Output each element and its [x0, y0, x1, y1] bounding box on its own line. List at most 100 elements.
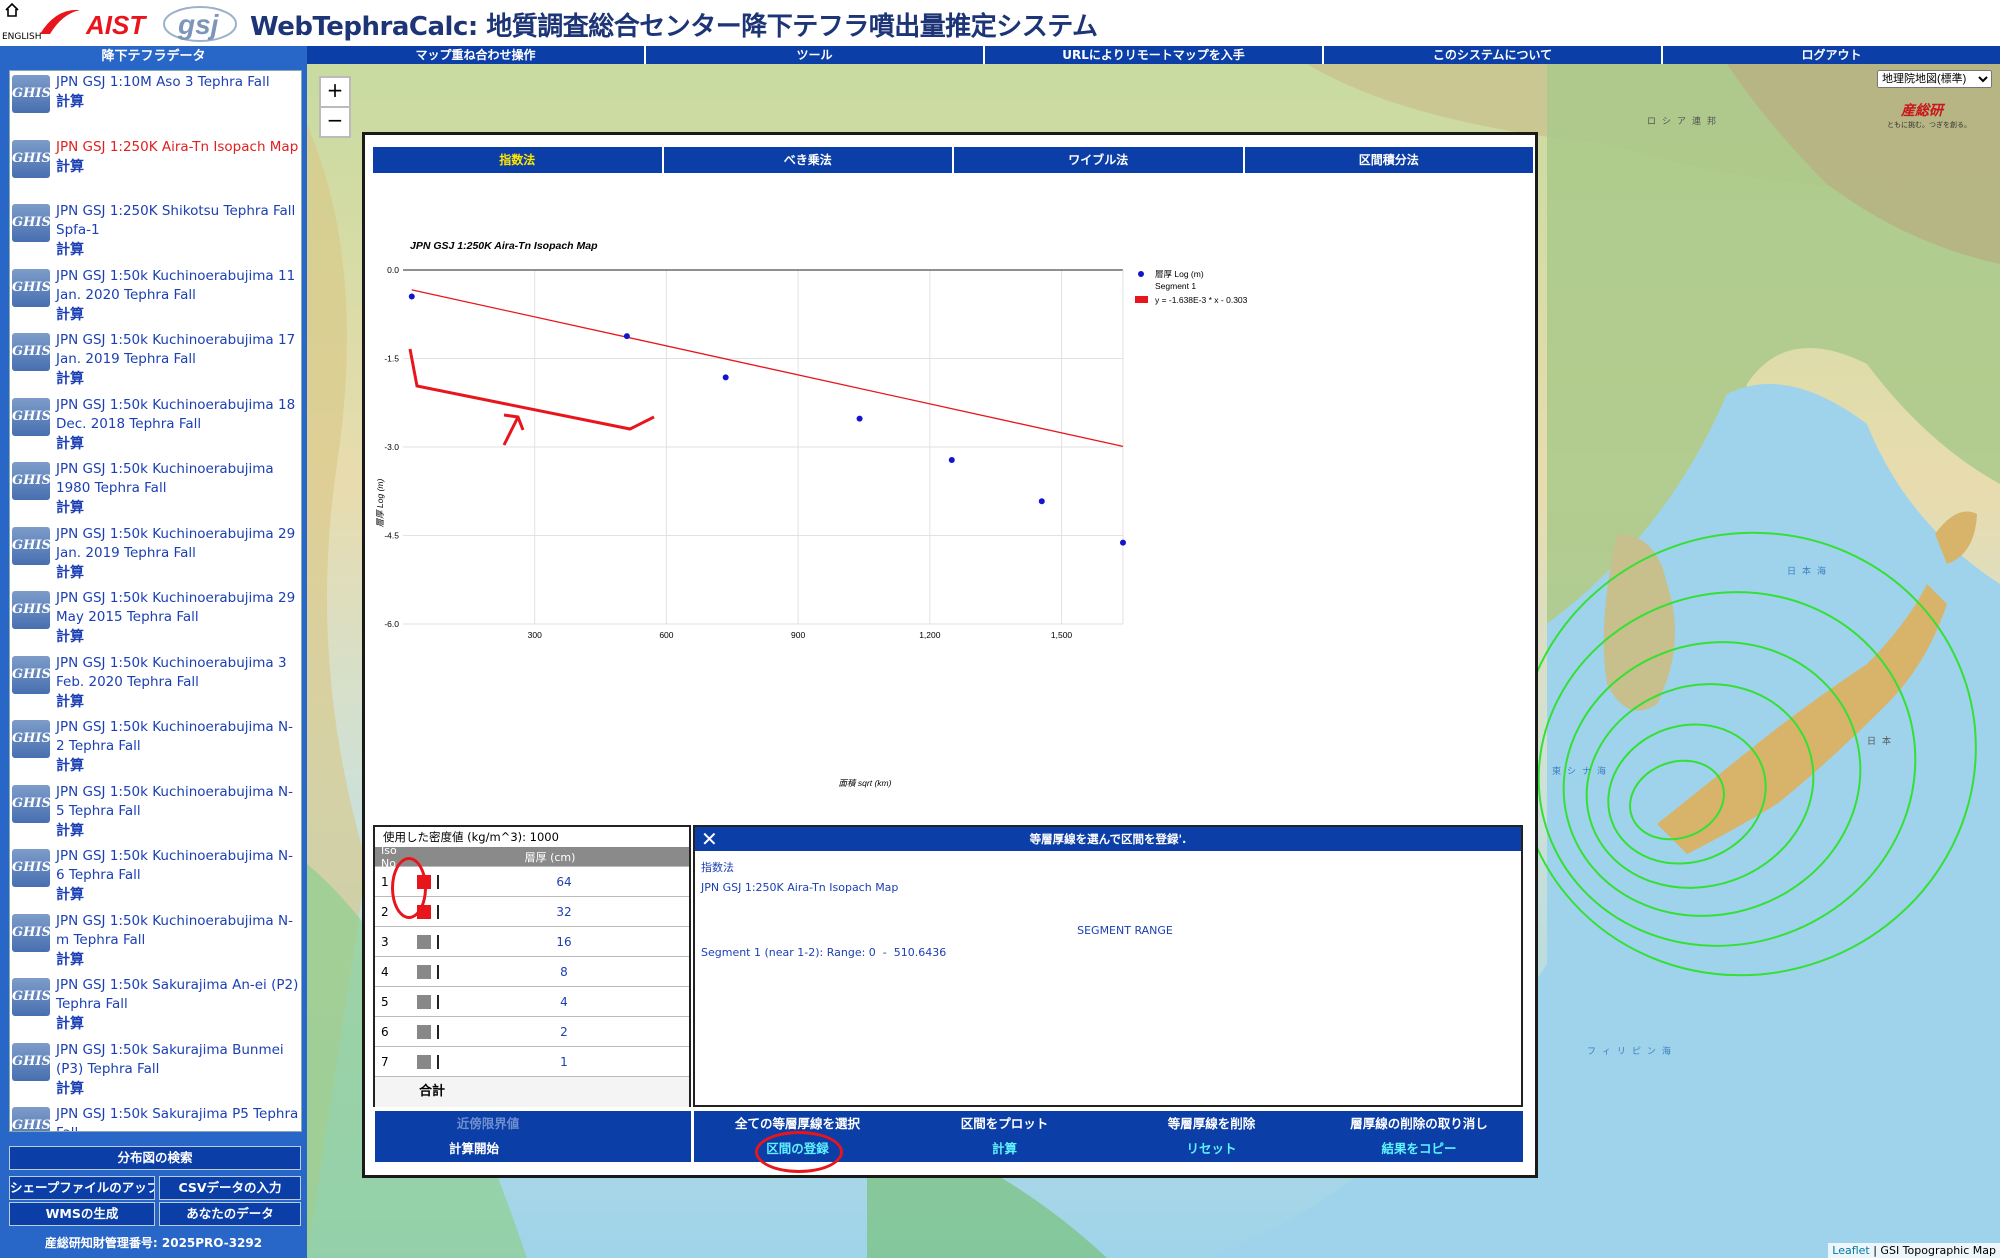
dataset-name[interactable]: JPN GSJ 1:50k Sakurajima Bunmei (P3) Tep…	[56, 1041, 299, 1079]
table-row[interactable]: 71	[375, 1047, 689, 1077]
dataset-name[interactable]: JPN GSJ 1:50k Kuchinoerabujima 11 Jan. 2…	[56, 267, 299, 305]
dataset-item[interactable]: GHIS JPN GSJ 1:50k Sakurajima An-ei (P2) …	[10, 974, 301, 1039]
menu-remote-map[interactable]: URLによりリモートマップを入手	[985, 46, 1324, 64]
dataset-item[interactable]: GHIS JPN GSJ 1:50k Kuchinoerabujima 29 Ma…	[10, 587, 301, 652]
dataset-name[interactable]: JPN GSJ 1:50k Sakurajima P5 Tephra Fall	[56, 1105, 299, 1131]
dataset-item[interactable]: GHIS JPN GSJ 1:50k Kuchinoerabujima 29 Ja…	[10, 523, 301, 588]
dataset-item[interactable]: GHIS JPN GSJ 1:10M Aso 3 Tephra Fall 計算	[10, 71, 301, 136]
csv-input-button[interactable]: CSVデータの入力	[159, 1176, 301, 1200]
calculate-link[interactable]: 計算	[56, 240, 299, 260]
calculate-link[interactable]: 計算	[56, 756, 299, 776]
dataset-name[interactable]: JPN GSJ 1:50k Kuchinoerabujima 29 Jan. 2…	[56, 525, 299, 563]
dataset-name[interactable]: JPN GSJ 1:50k Kuchinoerabujima N-6 Tephr…	[56, 847, 299, 885]
calculate-link[interactable]: 計算	[56, 950, 299, 970]
ghis-icon: GHIS	[12, 978, 51, 1016]
plot-segment-button[interactable]: 区間をプロット	[901, 1111, 1110, 1137]
table-row[interactable]: 54	[375, 987, 689, 1017]
menu-logout[interactable]: ログアウト	[1663, 46, 2000, 64]
method-tabs: 指数法 べき乗法 ワイブル法 区間積分法	[373, 147, 1533, 173]
select-checkbox[interactable]	[417, 874, 431, 889]
dataset-item[interactable]: GHIS JPN GSJ 1:50k Kuchinoerabujima N-6 T…	[10, 845, 301, 910]
delete-isopach-button[interactable]: 等層厚線を削除	[1108, 1111, 1317, 1137]
select-checkbox[interactable]	[417, 934, 431, 949]
select-checkbox[interactable]	[417, 904, 431, 919]
tab-exponential[interactable]: 指数法	[373, 147, 662, 173]
select-checkbox[interactable]	[417, 964, 431, 979]
calculate-link[interactable]: 計算	[56, 369, 299, 389]
dataset-name[interactable]: JPN GSJ 1:250K Shikotsu Tephra Fall Spfa…	[56, 202, 299, 240]
tab-weibull[interactable]: ワイブル法	[954, 147, 1243, 173]
dataset-name[interactable]: JPN GSJ 1:50k Kuchinoerabujima N-m Tephr…	[56, 912, 299, 950]
start-calc-button[interactable]: 計算開始	[375, 1136, 575, 1162]
calculate-link[interactable]: 計算	[56, 692, 299, 712]
data-point	[623, 333, 630, 340]
tab-power-law[interactable]: べき乗法	[663, 147, 952, 173]
undo-delete-button[interactable]: 層厚線の削除の取り消し	[1315, 1111, 1523, 1137]
dataset-name[interactable]: JPN GSJ 1:50k Kuchinoerabujima 1980 Teph…	[56, 460, 299, 498]
calculate-link[interactable]: 計算	[56, 885, 299, 905]
select-all-isopach-button[interactable]: 全ての等層厚線を選択	[694, 1111, 903, 1137]
leaflet-link[interactable]: Leaflet	[1832, 1244, 1869, 1257]
calculate-button[interactable]: 計算	[901, 1136, 1110, 1162]
dataset-item[interactable]: GHIS JPN GSJ 1:250K Shikotsu Tephra Fall …	[10, 200, 301, 265]
calculate-link[interactable]: 計算	[56, 434, 299, 454]
dataset-item[interactable]: GHIS JPN GSJ 1:50k Kuchinoerabujima 11 Ja…	[10, 265, 301, 330]
dataset-name[interactable]: JPN GSJ 1:50k Kuchinoerabujima 17 Jan. 2…	[56, 331, 299, 369]
dataset-name[interactable]: JPN GSJ 1:50k Kuchinoerabujima N-5 Tephr…	[56, 783, 299, 821]
menu-about[interactable]: このシステムについて	[1324, 46, 1663, 64]
home-icon[interactable]	[4, 2, 20, 18]
register-segment-button[interactable]: 区間の登録	[694, 1136, 903, 1162]
calculate-link[interactable]: 計算	[56, 821, 299, 841]
dataset-item[interactable]: GHIS JPN GSJ 1:50k Kuchinoerabujima N-2 T…	[10, 716, 301, 781]
select-checkbox[interactable]	[417, 1054, 431, 1069]
calculate-link[interactable]: 計算	[56, 563, 299, 583]
select-checkbox[interactable]	[417, 1024, 431, 1039]
calculate-link[interactable]: 計算	[56, 1014, 299, 1034]
dataset-name[interactable]: JPN GSJ 1:50k Kuchinoerabujima 29 May 20…	[56, 589, 299, 627]
dataset-name[interactable]: JPN GSJ 1:50k Sakurajima An-ei (P2) Teph…	[56, 976, 299, 1014]
dataset-item[interactable]: GHIS JPN GSJ 1:50k Sakurajima Bunmei (P3)…	[10, 1039, 301, 1104]
dataset-name[interactable]: JPN GSJ 1:50k Kuchinoerabujima 3 Feb. 20…	[56, 654, 299, 692]
zoom-in-button[interactable]: +	[319, 76, 351, 108]
table-row[interactable]: 1 64	[375, 867, 689, 897]
dataset-item[interactable]: GHIS JPN GSJ 1:50k Kuchinoerabujima N-5 T…	[10, 781, 301, 846]
table-row[interactable]: 2 32	[375, 897, 689, 927]
dataset-name[interactable]: JPN GSJ 1:10M Aso 3 Tephra Fall	[56, 73, 270, 92]
dataset-item[interactable]: GHISJPN GSJ 1:50k Sakurajima P5 Tephra F…	[10, 1103, 301, 1131]
distribution-search-button[interactable]: 分布図の検索	[9, 1146, 301, 1170]
shapefile-upload-button[interactable]: シェープファイルのアップ	[9, 1176, 155, 1200]
segment-header: ✕ 等層厚線を選んで区間を登録'.	[695, 827, 1521, 851]
reset-button[interactable]: リセット	[1108, 1136, 1317, 1162]
your-data-button[interactable]: あなたのデータ	[159, 1202, 301, 1226]
dataset-item[interactable]: GHIS JPN GSJ 1:50k Kuchinoerabujima 3 Feb…	[10, 652, 301, 717]
dataset-item[interactable]: GHIS JPN GSJ 1:50k Kuchinoerabujima 17 Ja…	[10, 329, 301, 394]
dataset-name[interactable]: JPN GSJ 1:50k Kuchinoerabujima N-2 Tephr…	[56, 718, 299, 756]
copy-results-button[interactable]: 結果をコピー	[1315, 1136, 1523, 1162]
dataset-item[interactable]: GHIS JPN GSJ 1:250K Aira-Tn Isopach Map 計算	[10, 136, 301, 201]
calculate-link[interactable]: 計算	[56, 92, 270, 112]
tab-segment-integration[interactable]: 区間積分法	[1244, 147, 1533, 173]
calculate-link[interactable]: 計算	[56, 1079, 299, 1099]
dataset-item[interactable]: GHIS JPN GSJ 1:50k Kuchinoerabujima 18 De…	[10, 394, 301, 459]
table-row[interactable]: 3 16	[375, 927, 689, 957]
calculate-link[interactable]: 計算	[56, 498, 299, 518]
table-row[interactable]: 48	[375, 957, 689, 987]
dataset-name[interactable]: JPN GSJ 1:250K Aira-Tn Isopach Map	[56, 138, 298, 157]
menu-tools[interactable]: ツール	[646, 46, 985, 64]
zoom-out-button[interactable]: −	[319, 106, 351, 138]
wms-generate-button[interactable]: WMSの生成	[9, 1202, 155, 1226]
dataset-name[interactable]: JPN GSJ 1:50k Kuchinoerabujima 18 Dec. 2…	[56, 396, 299, 434]
calculate-link[interactable]: 計算	[56, 305, 299, 325]
calculate-link[interactable]: 計算	[56, 627, 299, 647]
dataset-list[interactable]: GHIS JPN GSJ 1:10M Aso 3 Tephra Fall 計算 GHI…	[9, 70, 302, 1132]
nearby-limit-button[interactable]: 近傍限界値	[375, 1111, 603, 1137]
calculate-link[interactable]: 計算	[56, 157, 298, 177]
close-icon[interactable]: ✕	[701, 827, 718, 851]
dataset-item[interactable]: GHIS JPN GSJ 1:50k Kuchinoerabujima 1980 …	[10, 458, 301, 523]
thickness-value: 1	[560, 1054, 568, 1069]
menu-map-overlay[interactable]: マップ重ね合わせ操作	[307, 46, 646, 64]
table-row[interactable]: 62	[375, 1017, 689, 1047]
select-checkbox[interactable]	[417, 994, 431, 1009]
basemap-select[interactable]: 地理院地図(標準)	[1877, 70, 1992, 88]
dataset-item[interactable]: GHIS JPN GSJ 1:50k Kuchinoerabujima N-m T…	[10, 910, 301, 975]
